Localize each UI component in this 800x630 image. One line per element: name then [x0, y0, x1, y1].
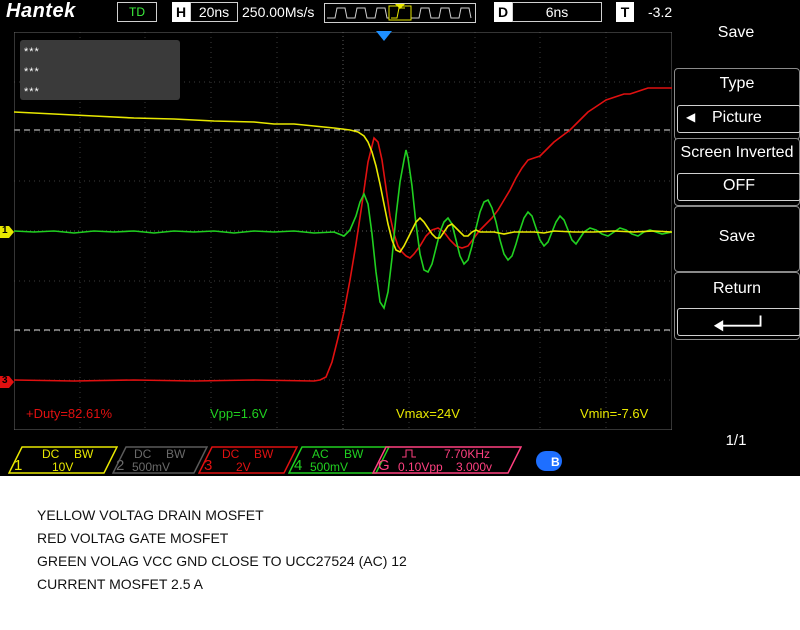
save-label: Save: [718, 228, 756, 245]
generator-amplitude: 0.10Vpp: [398, 460, 443, 474]
channel-4-bw: BW: [344, 447, 364, 461]
return-label: Return: [712, 280, 762, 297]
channel-1-coupling: DC: [42, 447, 60, 461]
delay-key: D: [494, 2, 512, 22]
caption-notes: YELLOW VOLTAG DRAIN MOSFET RED VOLTAG GA…: [37, 504, 407, 596]
ch3-marker-label: 3: [2, 375, 8, 386]
top-status-bar: Hantek TD H 20ns 250.00Ms/s D 6ns T -3.2: [0, 0, 672, 24]
measurement-vpp: Vpp=1.6V: [210, 406, 268, 421]
channel-2-coupling: DC: [134, 447, 152, 461]
channel-4-number: 4: [294, 457, 303, 474]
info-overlay-box: [20, 40, 180, 100]
caption-line-4: CURRENT MOSFET 2.5 A: [37, 576, 203, 592]
oscilloscope-screen: Hantek TD H 20ns 250.00Ms/s D 6ns T -3.2: [0, 0, 800, 476]
generator-status[interactable]: G 7.70KHz 0.10Vpp 3.000v: [372, 446, 522, 474]
channel-4-scale: 500mV: [310, 460, 349, 474]
return-arrow-icon: [713, 315, 762, 332]
generator-label: G: [378, 457, 390, 474]
ch3-level-marker[interactable]: 3: [0, 375, 14, 389]
generator-offset: 3.000v: [456, 460, 493, 474]
trigger-waveform-icon: [324, 3, 476, 23]
sample-rate: 250.00Ms/s: [242, 4, 315, 20]
channel-3-scale: 2V: [236, 460, 251, 474]
info-line-3: ***: [24, 86, 40, 98]
channel-1-bw: BW: [74, 447, 94, 461]
svg-text:B: B: [551, 455, 560, 469]
channel-3-status[interactable]: 3 DC BW 2V: [198, 446, 298, 474]
channel-2-number: 2: [116, 457, 125, 474]
type-menu-button[interactable]: Type ◀ Picture: [674, 68, 800, 140]
caption-line-3: GREEN VOLAG VCC GND CLOSE TO UCC27524 (A…: [37, 553, 407, 569]
timebase-value: 20ns: [190, 2, 238, 22]
page-indicator: 1/1: [725, 432, 747, 449]
ch1-marker-label: 1: [2, 225, 8, 236]
screen-inverted-button[interactable]: Screen Inverted OFF: [674, 138, 800, 206]
trigger-level-value: -3.2: [648, 4, 673, 20]
channel-status-bar: 1 DC BW 10V 2 DC BW 500mV 3 DC BW 2V 4 A…: [0, 443, 672, 476]
save-button[interactable]: Save: [674, 206, 800, 272]
trigger-key: T: [616, 2, 634, 22]
horizontal-key: H: [172, 2, 190, 22]
channel-1-number: 1: [14, 457, 23, 474]
type-label: Type: [719, 75, 755, 92]
measurement-vmax: Vmax=24V: [396, 406, 460, 421]
left-arrow-icon: ◀: [686, 110, 696, 124]
screen-inverted-value-box[interactable]: OFF: [677, 173, 800, 201]
channel-3-number: 3: [204, 457, 213, 474]
menu-title: Save: [717, 24, 755, 41]
caption-line-2: RED VOLTAG GATE MOSFET: [37, 530, 229, 546]
channel-1-status[interactable]: 1 DC BW 10V: [8, 446, 118, 474]
type-value: Picture: [712, 109, 762, 126]
channel-3-coupling: DC: [222, 447, 240, 461]
connection-icon: B: [536, 451, 562, 471]
caption-line-1: YELLOW VOLTAG DRAIN MOSFET: [37, 507, 264, 523]
save-menu-panel: Save Type ◀ Picture Screen Inverted OFF …: [672, 0, 800, 476]
screen-inverted-value: OFF: [723, 177, 755, 194]
screen-inverted-label: Screen Inverted: [680, 144, 794, 161]
type-selector[interactable]: ◀ Picture: [677, 105, 800, 133]
channel-1-scale: 10V: [52, 460, 74, 474]
mode-indicator: TD: [117, 2, 157, 22]
channel-2-scale: 500mV: [132, 460, 171, 474]
channel-2-bw: BW: [166, 447, 186, 461]
return-arrow-box: [677, 308, 800, 336]
measurement-vmin: Vmin=-7.6V: [580, 406, 649, 421]
info-line-1: ***: [24, 46, 40, 58]
channel-3-bw: BW: [254, 447, 274, 461]
brand-logo: Hantek: [6, 0, 76, 22]
trigger-position-marker[interactable]: [376, 31, 392, 41]
generator-frequency: 7.70KHz: [444, 447, 491, 461]
return-button[interactable]: Return: [674, 272, 800, 340]
channel-4-coupling: AC: [312, 447, 329, 461]
measurement-duty: +Duty=82.61%: [26, 406, 113, 421]
channel-2-status[interactable]: 2 DC BW 500mV: [112, 446, 208, 474]
delay-value: 6ns: [512, 2, 602, 22]
ch1-level-marker[interactable]: 1: [0, 225, 14, 239]
info-line-2: ***: [24, 66, 40, 78]
